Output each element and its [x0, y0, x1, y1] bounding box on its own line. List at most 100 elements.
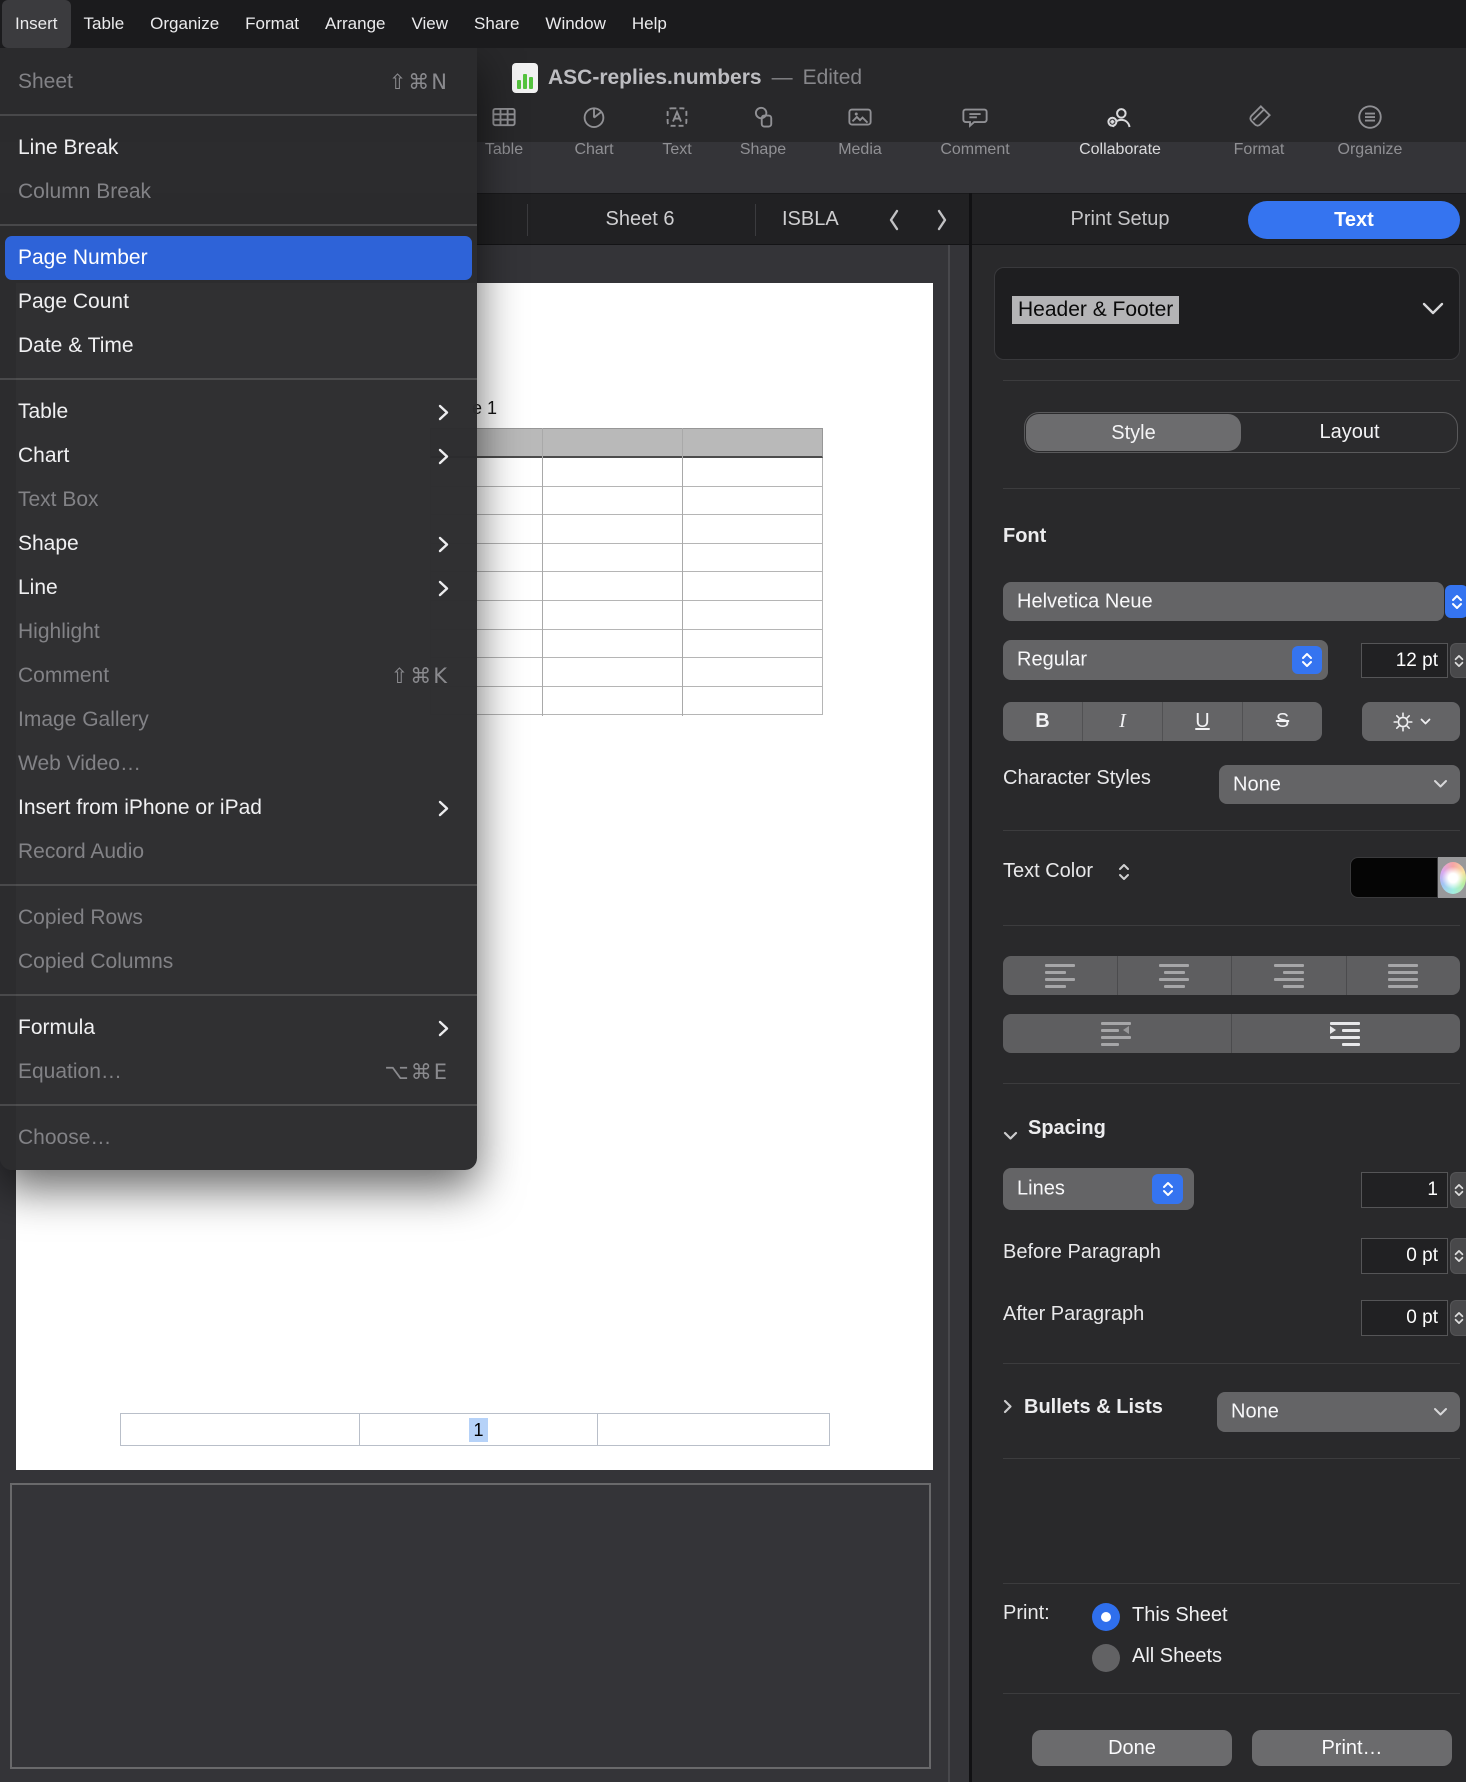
- bullets-lists-dropdown[interactable]: None: [1217, 1392, 1460, 1432]
- toolbar-comment-button[interactable]: Comment: [927, 100, 1023, 188]
- toolbar-shape-button[interactable]: Shape: [715, 100, 811, 188]
- menubar-item-insert[interactable]: Insert: [2, 0, 71, 48]
- menu-item-line-break[interactable]: Line Break: [0, 126, 477, 170]
- advanced-options-button[interactable]: [1362, 702, 1460, 741]
- tabs-next-icon[interactable]: [934, 207, 950, 238]
- text-inspector-tab[interactable]: Text: [1248, 201, 1460, 239]
- menubar-item-window[interactable]: Window: [532, 0, 618, 48]
- table-row[interactable]: [431, 486, 822, 516]
- done-button[interactable]: Done: [1032, 1730, 1232, 1766]
- up-down-chevrons-icon[interactable]: [1116, 860, 1132, 889]
- table-row[interactable]: [431, 686, 822, 716]
- spacing-mode-stepper[interactable]: [1152, 1174, 1183, 1204]
- align-right-icon: [1273, 963, 1304, 988]
- menu-item-page-count[interactable]: Page Count: [0, 280, 477, 324]
- menu-item-page-number[interactable]: Page Number: [5, 236, 472, 280]
- footer-cell-right[interactable]: [597, 1413, 830, 1446]
- table-row[interactable]: [431, 515, 822, 544]
- toolbar-format-button[interactable]: Format: [1211, 100, 1307, 188]
- separator: [1003, 1363, 1460, 1364]
- before-paragraph-field[interactable]: 0 pt: [1361, 1238, 1448, 1274]
- menu-item-insert-from-iphone-ipad[interactable]: Insert from iPhone or iPad: [0, 786, 477, 830]
- menubar-item-format[interactable]: Format: [232, 0, 312, 48]
- table-row[interactable]: [431, 600, 822, 630]
- table-row[interactable]: [431, 572, 822, 601]
- menu-item-web-video: Web Video…: [18, 752, 141, 775]
- menubar-item-table[interactable]: Table: [71, 0, 138, 48]
- chevron-down-icon[interactable]: [1422, 302, 1444, 321]
- font-weight-stepper[interactable]: [1292, 646, 1322, 674]
- table-body[interactable]: [430, 458, 823, 716]
- submenu-chevron-icon: [438, 448, 449, 464]
- align-left-button[interactable]: [1003, 956, 1118, 995]
- table-row[interactable]: [431, 658, 822, 687]
- text-color-swatch[interactable]: [1350, 857, 1438, 898]
- after-paragraph-stepper[interactable]: [1450, 1300, 1466, 1336]
- radio-all-sheets[interactable]: [1092, 1644, 1120, 1672]
- footer-cell-center[interactable]: 1: [359, 1413, 598, 1446]
- table-row[interactable]: [431, 543, 822, 573]
- header-footer-selected-text[interactable]: Header & Footer: [1012, 296, 1180, 324]
- toolbar-chart-button[interactable]: Chart: [546, 100, 642, 188]
- page-number-field[interactable]: 1: [469, 1417, 488, 1442]
- align-center-button[interactable]: [1118, 956, 1232, 995]
- menubar-item-share[interactable]: Share: [461, 0, 532, 48]
- toolbar-organize-button[interactable]: Organize: [1322, 100, 1418, 188]
- font-family-dropdown[interactable]: Helvetica Neue: [1003, 582, 1444, 621]
- menu-item-chart[interactable]: Chart: [0, 434, 477, 478]
- font-family-stepper[interactable]: [1445, 585, 1466, 618]
- font-size-stepper[interactable]: [1450, 643, 1466, 678]
- align-center-icon: [1159, 963, 1190, 988]
- radio-all-sheets-label[interactable]: All Sheets: [1132, 1645, 1222, 1668]
- up-down-chevrons-icon: [1454, 1311, 1463, 1324]
- align-justify-button[interactable]: [1347, 956, 1461, 995]
- decrease-indent-button[interactable]: [1003, 1014, 1232, 1053]
- menubar-item-help[interactable]: Help: [619, 0, 680, 48]
- tab-sheet-6[interactable]: Sheet 6: [560, 194, 720, 246]
- print-button[interactable]: Print…: [1252, 1730, 1452, 1766]
- font-size-field[interactable]: 12 pt: [1361, 643, 1448, 678]
- submenu-chevron-icon: [438, 404, 449, 420]
- line-spacing-field[interactable]: 1: [1361, 1172, 1448, 1208]
- menu-item-formula[interactable]: Formula: [0, 1006, 477, 1050]
- menubar-item-arrange[interactable]: Arrange: [312, 0, 398, 48]
- tabs-prev-icon[interactable]: [886, 207, 902, 238]
- menubar-item-organize[interactable]: Organize: [137, 0, 232, 48]
- line-spacing-stepper[interactable]: [1450, 1172, 1466, 1208]
- menu-item-table[interactable]: Table: [0, 390, 477, 434]
- menu-item-line[interactable]: Line: [0, 566, 477, 610]
- print-setup-button[interactable]: Print Setup: [1030, 194, 1210, 246]
- spacing-collapse-icon[interactable]: [1003, 1128, 1018, 1146]
- table-row[interactable]: [431, 458, 822, 487]
- toolbar-collaborate-button[interactable]: Collaborate: [1072, 100, 1168, 188]
- table-header-row[interactable]: [430, 428, 823, 458]
- footer-cell-left[interactable]: [120, 1413, 360, 1446]
- tab-style[interactable]: Style: [1026, 414, 1241, 451]
- toolbar-text-button[interactable]: Text: [629, 100, 725, 188]
- tab-isbla-partial[interactable]: ISBLA: [782, 194, 840, 246]
- bold-button[interactable]: B: [1003, 702, 1083, 741]
- menu-separator: [0, 884, 477, 886]
- next-page-outline: [10, 1483, 931, 1769]
- align-right-button[interactable]: [1232, 956, 1347, 995]
- font-weight-dropdown[interactable]: Regular: [1003, 640, 1328, 680]
- tab-layout[interactable]: Layout: [1242, 413, 1457, 452]
- character-styles-dropdown[interactable]: None: [1219, 765, 1460, 804]
- color-wheel-button[interactable]: [1438, 857, 1466, 898]
- menu-item-shape[interactable]: Shape: [0, 522, 477, 566]
- after-paragraph-field[interactable]: 0 pt: [1361, 1300, 1448, 1336]
- title-separator: —: [771, 66, 793, 89]
- before-paragraph-stepper[interactable]: [1450, 1238, 1466, 1274]
- increase-indent-button[interactable]: [1232, 1014, 1460, 1053]
- strikethrough-button[interactable]: S: [1243, 702, 1322, 741]
- radio-this-sheet-label[interactable]: This Sheet: [1132, 1604, 1228, 1627]
- toolbar-media-button[interactable]: Media: [812, 100, 908, 188]
- radio-this-sheet[interactable]: [1092, 1603, 1120, 1631]
- menubar-item-view[interactable]: View: [398, 0, 461, 48]
- italic-button[interactable]: I: [1083, 702, 1163, 741]
- bullets-expand-icon[interactable]: [1003, 1399, 1013, 1419]
- menu-item-date-time[interactable]: Date & Time: [0, 324, 477, 368]
- table-row[interactable]: [431, 629, 822, 659]
- window-title: ASC-replies.numbers: [548, 66, 762, 89]
- underline-button[interactable]: U: [1163, 702, 1243, 741]
